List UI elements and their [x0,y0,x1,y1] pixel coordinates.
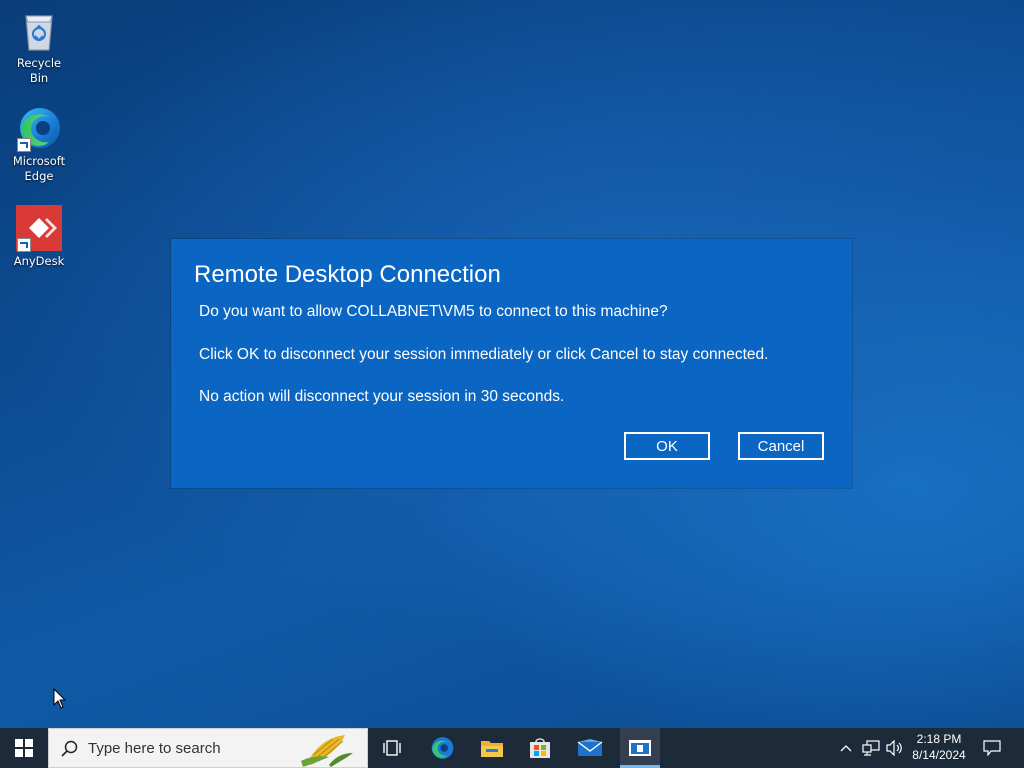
cancel-button[interactable]: Cancel [738,432,824,460]
clock-date: 8/14/2024 [912,748,966,762]
desktop-icon-anydesk[interactable]: AnyDesk [6,204,72,269]
volume-button[interactable] [884,728,906,768]
taskbar-file-explorer-button[interactable] [472,728,512,768]
recycle-bin-icon [15,6,63,54]
network-button[interactable] [860,728,882,768]
search-placeholder: Type here to search [88,740,221,757]
dialog-question: Do you want to allow COLLABNET\VM5 to co… [199,303,668,320]
desktop-icon-label: AnyDesk [13,254,65,268]
desktop-icon-label: Microsoft Edge [12,154,66,183]
taskbar-clock[interactable]: 2:18 PM 8/14/2024 [906,731,972,763]
taskbar-edge-button[interactable] [422,728,462,768]
shortcut-arrow-icon [17,138,31,152]
clock-time: 2:18 PM [916,732,962,746]
desktop-icon-edge[interactable]: Microsoft Edge [6,104,72,184]
task-view-button[interactable] [372,728,412,768]
taskbar: Type here to search 2:18 PM 8/14/2024 [0,728,1024,768]
desktop-icon-label: Recycle Bin [16,56,62,85]
mouse-cursor-icon [53,687,67,714]
dialog-timeout-note: No action will disconnect your session i… [199,388,565,405]
network-icon [862,740,880,756]
search-highlight-corn-icon [301,735,353,767]
show-hidden-icons-button[interactable] [836,728,856,768]
search-icon [61,740,78,757]
ok-button[interactable]: OK [624,432,710,460]
volume-icon [886,740,902,756]
store-icon [530,738,550,758]
dialog-title: Remote Desktop Connection [194,261,501,288]
dialog-instructions: Click OK to disconnect your session imme… [199,346,769,363]
chevron-up-icon [840,745,852,752]
shortcut-arrow-icon [17,238,31,252]
mail-icon [577,739,603,756]
edge-icon [15,104,63,152]
taskbar-search-box[interactable]: Type here to search [48,728,368,768]
task-view-icon [383,740,401,756]
taskbar-mail-button[interactable] [570,728,610,768]
notification-center-button[interactable] [978,728,1006,768]
file-explorer-icon [481,741,503,757]
desktop-icon-recycle-bin[interactable]: Recycle Bin [6,6,72,86]
windows-logo-icon [15,739,33,757]
taskbar-remote-desktop-button[interactable] [620,728,660,768]
taskbar-store-button[interactable] [520,728,560,768]
anydesk-icon [15,204,63,252]
remote-desktop-dialog: Remote Desktop Connection Do you want to… [171,239,852,488]
edge-icon [431,737,454,759]
remote-desktop-icon [629,740,651,756]
notification-icon [983,740,1001,756]
start-button[interactable] [0,728,48,768]
